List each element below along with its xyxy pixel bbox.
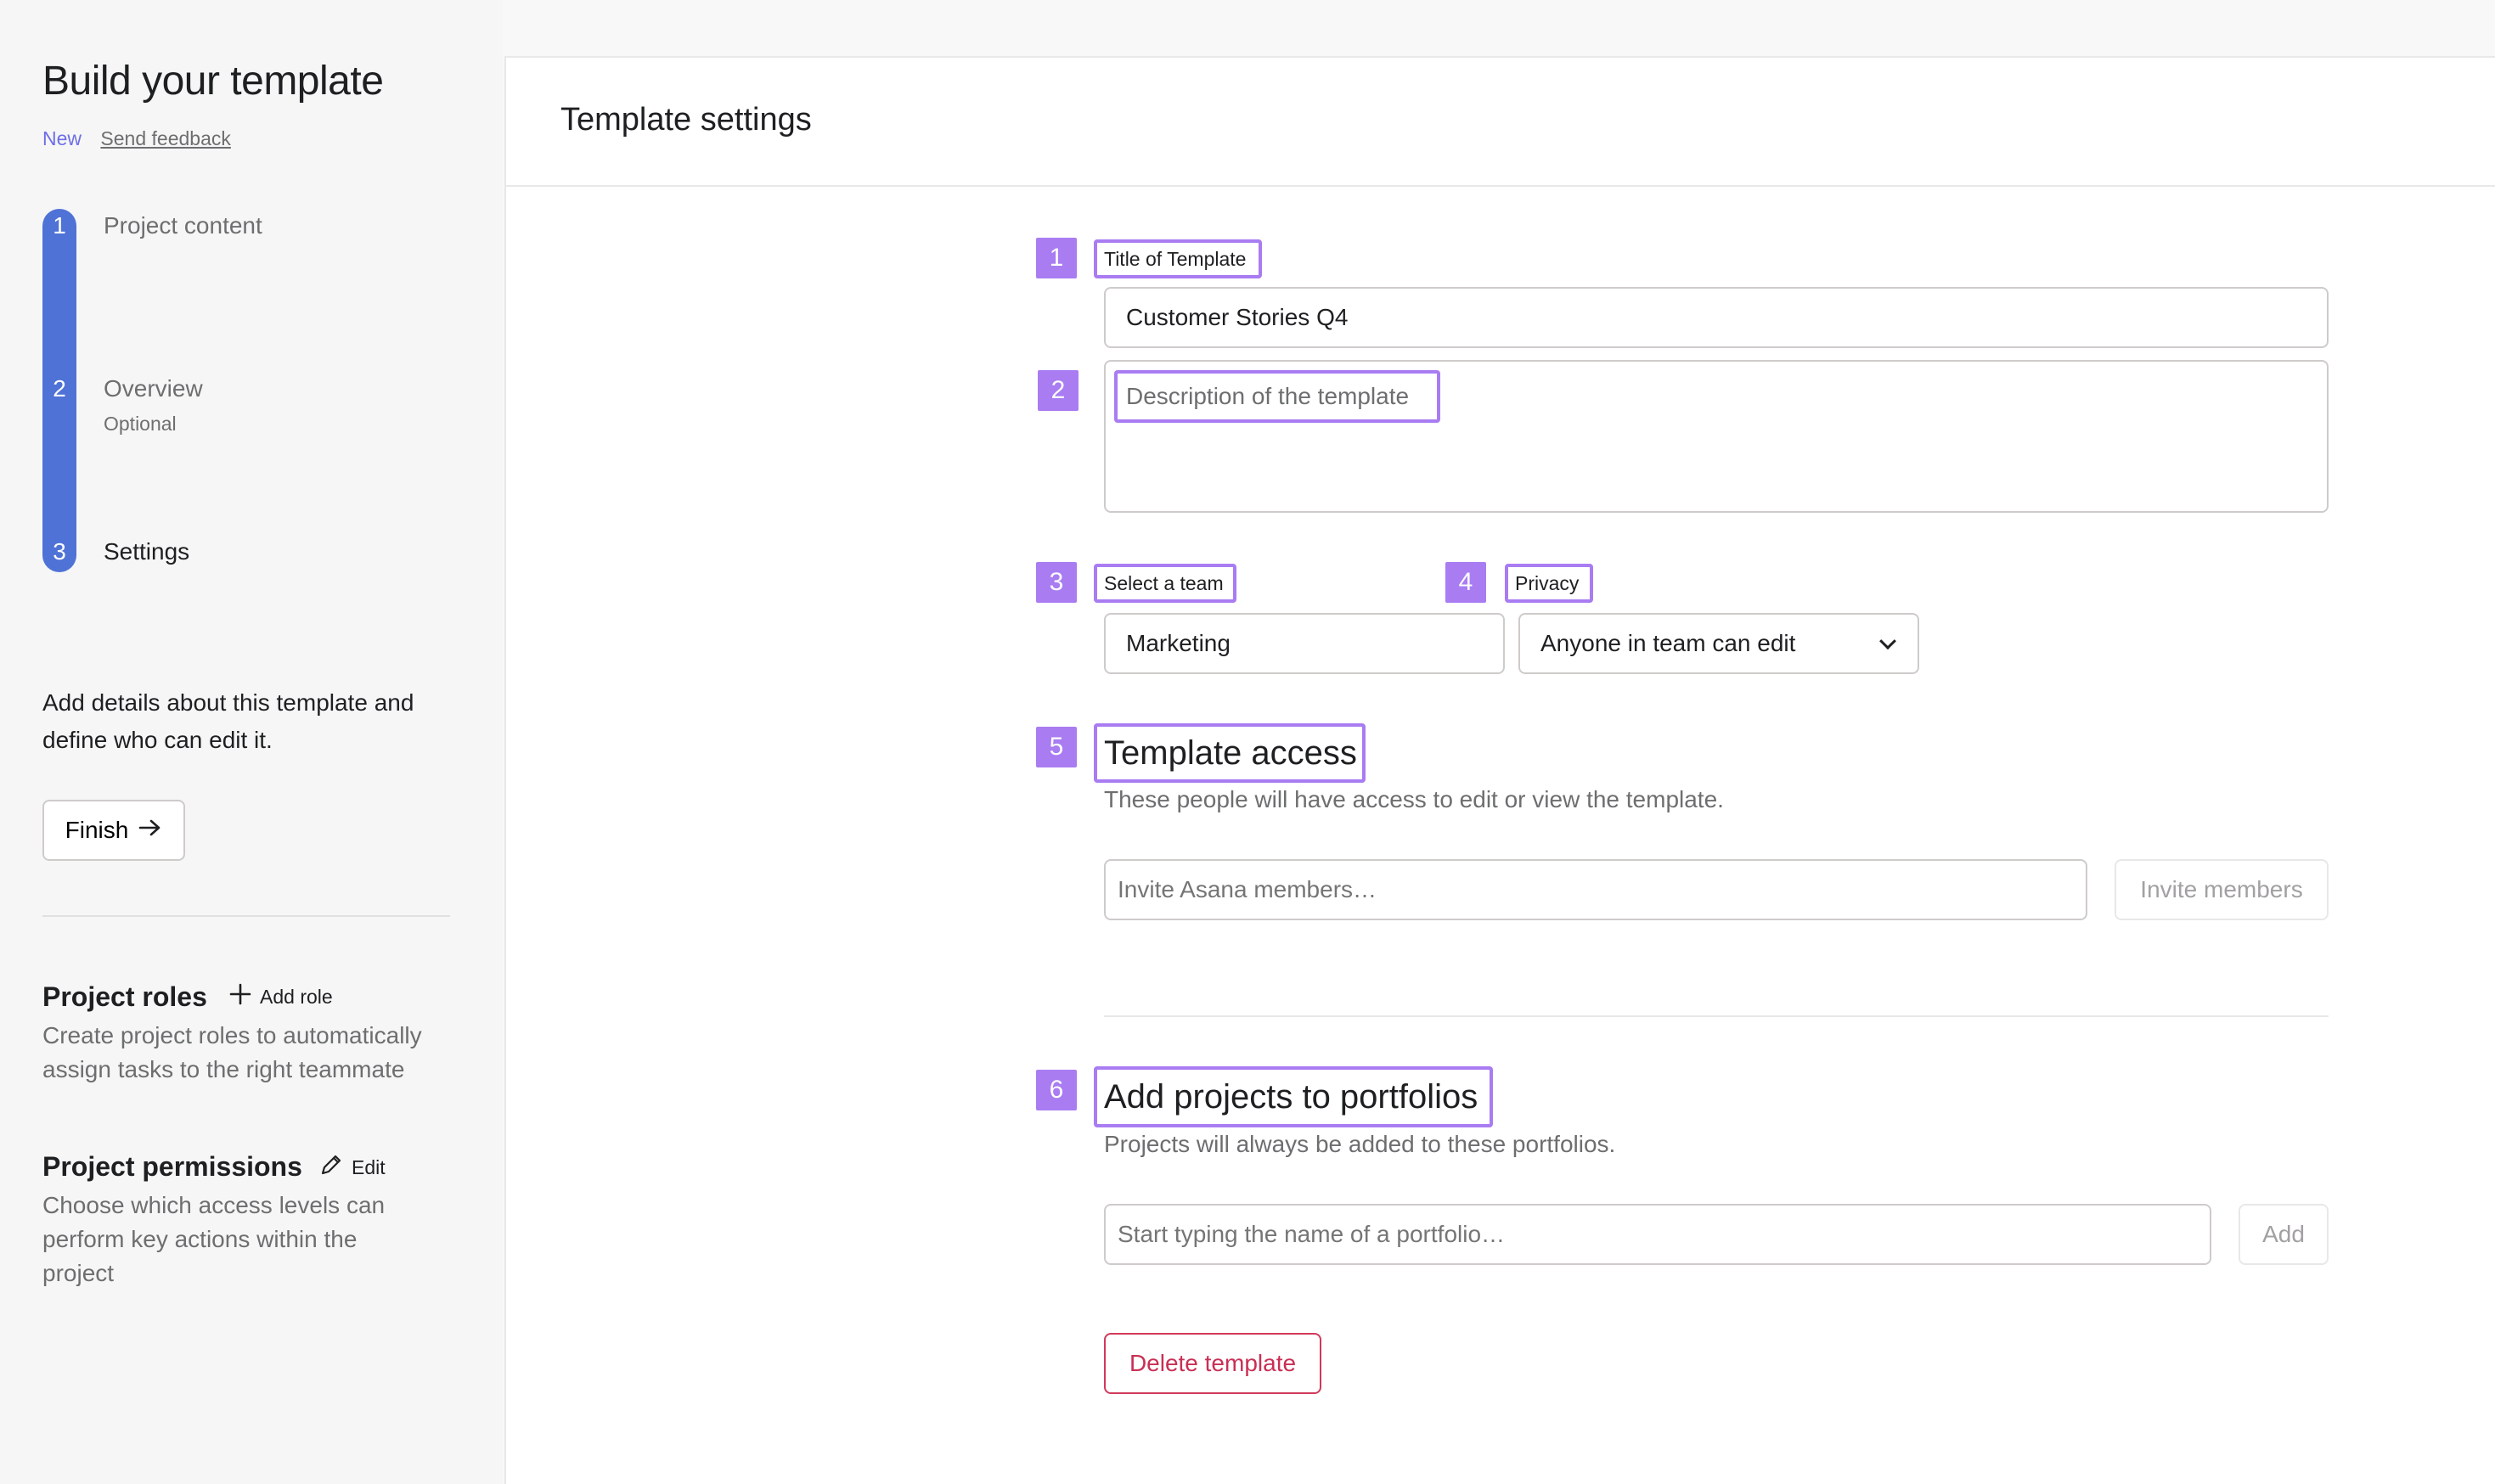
edit-label: Edit — [352, 1155, 386, 1178]
privacy-dropdown-value: Anyone in team can edit — [1540, 630, 1796, 656]
privacy-dropdown[interactable]: Anyone in team can edit — [1518, 613, 1919, 674]
section-divider — [1104, 1015, 2329, 1017]
send-feedback-link[interactable]: Send feedback — [100, 127, 230, 149]
invite-members-input[interactable] — [1104, 859, 2087, 920]
step-overview[interactable]: Overview — [104, 375, 203, 402]
edit-permissions-button[interactable]: Edit — [319, 1153, 386, 1182]
chevron-down-icon — [1879, 632, 1896, 650]
project-permissions-description: Choose which access levels can perform k… — [42, 1192, 386, 1286]
annotation-badge-3: 3 — [1036, 562, 1077, 603]
sidebar-meta: New Send feedback — [42, 127, 231, 150]
finish-button-label: Finish — [65, 817, 129, 843]
panel-header: Template settings — [506, 58, 2495, 187]
sidebar-description: Add details about this template and defi… — [42, 689, 414, 753]
annotation-badge-4: 4 — [1445, 562, 1486, 603]
sidebar-divider — [42, 915, 450, 917]
plus-icon — [229, 983, 251, 1010]
project-roles-description: Create project roles to automatically as… — [42, 1022, 422, 1082]
annotation-badge-5: 5 — [1036, 727, 1077, 767]
step-settings[interactable]: Settings — [104, 538, 189, 565]
step-overview-optional: Optional — [104, 413, 177, 435]
sidebar-title: Build your template — [42, 59, 384, 104]
privacy-field-label: Privacy — [1505, 564, 1593, 603]
add-to-portfolios-heading: Add projects to portfolios — [1094, 1066, 1493, 1127]
description-placeholder: Description of the template — [1114, 370, 1440, 423]
delete-template-button[interactable]: Delete template — [1104, 1333, 1321, 1394]
template-settings-panel: Template settings 1 Title of Template Cu… — [504, 56, 2495, 1484]
team-field-label: Select a team — [1094, 564, 1236, 603]
add-role-label: Add role — [260, 985, 333, 1008]
sidebar: Build your template New Send feedback 1 … — [0, 0, 503, 1484]
team-select[interactable]: Marketing — [1104, 613, 1505, 674]
finish-button[interactable]: Finish — [42, 800, 185, 861]
step-number-1: 1 — [53, 212, 66, 239]
invite-members-button[interactable]: Invite members — [2115, 859, 2329, 920]
project-roles-title: Project roles — [42, 981, 207, 1012]
template-access-heading: Template access — [1094, 723, 1366, 783]
portfolio-search-input[interactable] — [1104, 1204, 2211, 1265]
annotation-badge-2: 2 — [1038, 370, 1079, 411]
annotation-badge-6: 6 — [1036, 1070, 1077, 1110]
step-project-content[interactable]: Project content — [104, 212, 262, 239]
step-number-2: 2 — [53, 375, 66, 402]
page-title: Template settings — [560, 102, 812, 138]
new-badge: New — [42, 127, 82, 149]
portfolios-description: Projects will always be added to these p… — [1104, 1131, 1616, 1157]
arrow-right-icon — [138, 817, 162, 844]
step-number-3: 3 — [53, 538, 66, 565]
template-access-description: These people will have access to edit or… — [1104, 786, 1724, 812]
template-title-input[interactable]: Customer Stories Q4 — [1104, 287, 2329, 348]
title-field-label: Title of Template — [1094, 239, 1262, 278]
add-role-button[interactable]: Add role — [229, 983, 333, 1010]
add-portfolio-button[interactable]: Add — [2239, 1204, 2329, 1265]
project-permissions-title: Project permissions — [42, 1151, 302, 1182]
annotation-badge-1: 1 — [1036, 238, 1077, 278]
pencil-icon — [319, 1153, 343, 1182]
